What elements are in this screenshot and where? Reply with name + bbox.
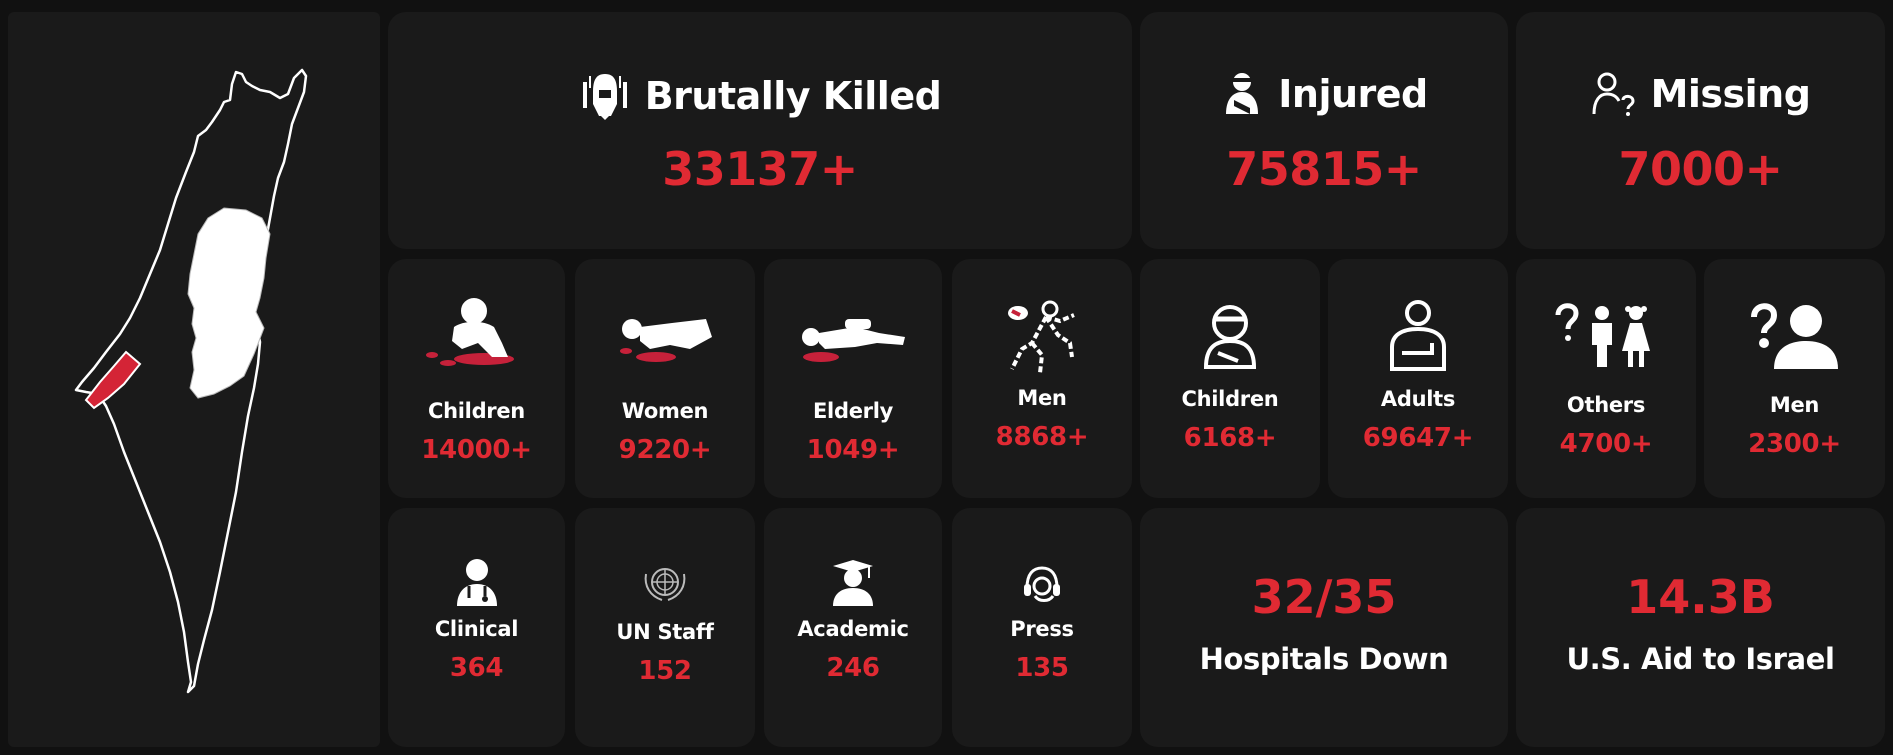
graduate-icon [833,560,873,606]
doctor-icon [456,559,497,606]
killed-men-card: Men 8868+ [952,259,1132,498]
clinical-label: Clinical [434,617,519,641]
press-card: Press 135 [952,508,1132,747]
clinical-card: Clinical 364 [388,508,565,747]
killed-title: Brutally Killed [644,74,942,118]
injured-card: Injured 75815+ [1140,12,1508,249]
un-staff-label: UN Staff [616,620,714,644]
killed-women-card: Women 9220+ [575,259,755,498]
map-panel [8,12,380,747]
injured-title: Injured [1278,72,1428,116]
headset-icon [1024,566,1060,602]
killed-children-label: Children [428,399,525,423]
killed-elderly-label: Elderly [813,399,893,423]
missing-count: 7000+ [1618,142,1783,196]
un-emblem-icon [644,568,686,601]
missing-others-label: Others [1566,393,1646,417]
missing-others-card: Others 4700+ [1516,259,1696,498]
woman-casualty-icon [620,319,712,362]
killed-men-label: Men [1017,386,1067,410]
missing-man-icon [1750,303,1838,369]
hospitals-label: Hospitals Down [1199,642,1449,676]
press-count: 135 [1015,653,1069,683]
academic-card: Academic 246 [764,508,942,747]
un-staff-card: UN Staff 152 [575,508,755,747]
bomb-icon [582,74,627,120]
killed-count: 33137+ [662,142,858,196]
injured-adults-card: Adults 69647+ [1328,259,1508,498]
aid-label: U.S. Aid to Israel [1566,642,1835,676]
academic-label: Academic [797,617,909,641]
child-casualty-icon [425,296,514,366]
person-question-icon [1592,72,1635,116]
press-label: Press [1010,617,1074,641]
academic-count: 246 [826,653,880,683]
missing-men-label: Men [1769,393,1820,417]
hospitals-count: 32/35 [1251,570,1397,624]
missing-family-icon [1555,303,1650,367]
missing-card: Missing 7000+ [1516,12,1885,249]
aid-amount: 14.3B [1626,570,1775,624]
missing-men-count: 2300+ [1748,429,1841,459]
palestine-map-icon [74,68,308,694]
clinical-count: 364 [449,653,504,683]
killed-women-label: Women [621,399,709,423]
un-staff-count: 152 [638,656,692,686]
killed-elderly-card: Elderly 1049+ [764,259,942,498]
chalk-outline-icon [1008,300,1075,374]
injured-children-count: 6168+ [1183,423,1277,453]
injured-adults-label: Adults [1380,387,1456,411]
killed-elderly-count: 1049+ [806,435,900,465]
missing-others-count: 4700+ [1559,429,1653,459]
arm-sling-icon [1390,300,1446,371]
killed-children-count: 14000+ [421,435,532,465]
missing-men-card: Men 2300+ [1704,259,1885,498]
killed-children-card: Children 14000+ [388,259,565,498]
killed-men-count: 8868+ [995,422,1089,452]
bandaged-child-icon [1203,305,1257,369]
hospitals-card-body: 32/35 Hospitals Down [1140,508,1508,747]
missing-title: Missing [1650,72,1811,116]
killed-women-count: 9220+ [618,435,712,465]
injured-adults-count: 69647+ [1362,423,1474,453]
injured-children-label: Children [1181,387,1279,411]
aid-card: 14.3B U.S. Aid to Israel [1516,508,1885,747]
injured-count: 75815+ [1226,142,1422,196]
injured-children-card: Children 6168+ [1140,259,1320,498]
elderly-casualty-icon [802,319,905,362]
killed-card: Brutally Killed 33137+ [388,12,1132,249]
injured-person-icon [1226,73,1259,114]
